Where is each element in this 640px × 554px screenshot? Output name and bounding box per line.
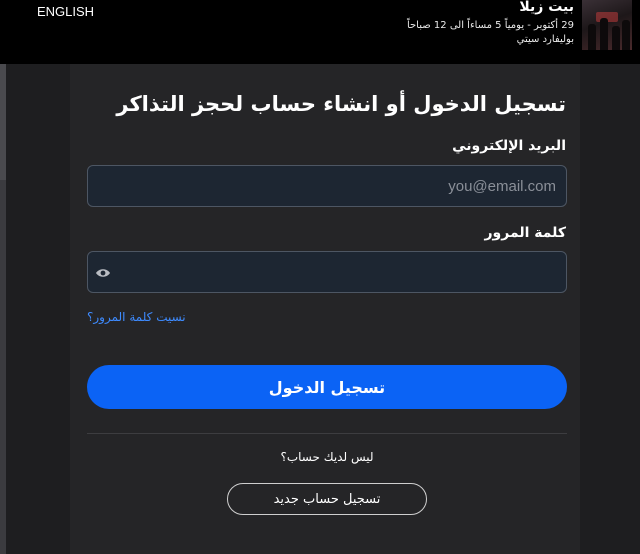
eye-icon[interactable] xyxy=(95,265,111,279)
no-account-text: ليس لديك حساب؟ xyxy=(280,450,374,464)
password-label: كلمة المرور xyxy=(484,225,566,241)
login-button[interactable]: تسجيل الدخول xyxy=(87,365,567,409)
forgot-password-link[interactable]: نسيت كلمة المرور؟ xyxy=(87,310,186,324)
email-label: البريد الإلكتروني xyxy=(452,138,566,154)
password-field-wrapper xyxy=(87,251,567,293)
event-title: بيت زيلا xyxy=(519,0,574,15)
language-switch-link[interactable]: ENGLISH xyxy=(37,4,94,19)
email-field-wrapper xyxy=(87,165,567,207)
event-venue: بوليفارد سيتي xyxy=(516,34,574,45)
email-input[interactable] xyxy=(88,166,566,206)
register-button[interactable]: تسجيل حساب جديد xyxy=(227,483,427,515)
event-summary: بيت زيلا 29 أكتوبر - يومياً 5 مساءاً الى… xyxy=(407,0,574,47)
event-poster-image xyxy=(582,0,632,50)
password-input[interactable] xyxy=(88,252,566,292)
event-date: 29 أكتوبر - يومياً 5 مساءاً الى 12 صباحا… xyxy=(406,20,574,31)
top-bar: ENGLISH بيت زيلا 29 أكتوبر - يومياً 5 مس… xyxy=(0,0,640,64)
login-title: تسجيل الدخول أو انشاء حساب لحجز التذاكر xyxy=(116,92,566,116)
divider xyxy=(87,433,567,434)
